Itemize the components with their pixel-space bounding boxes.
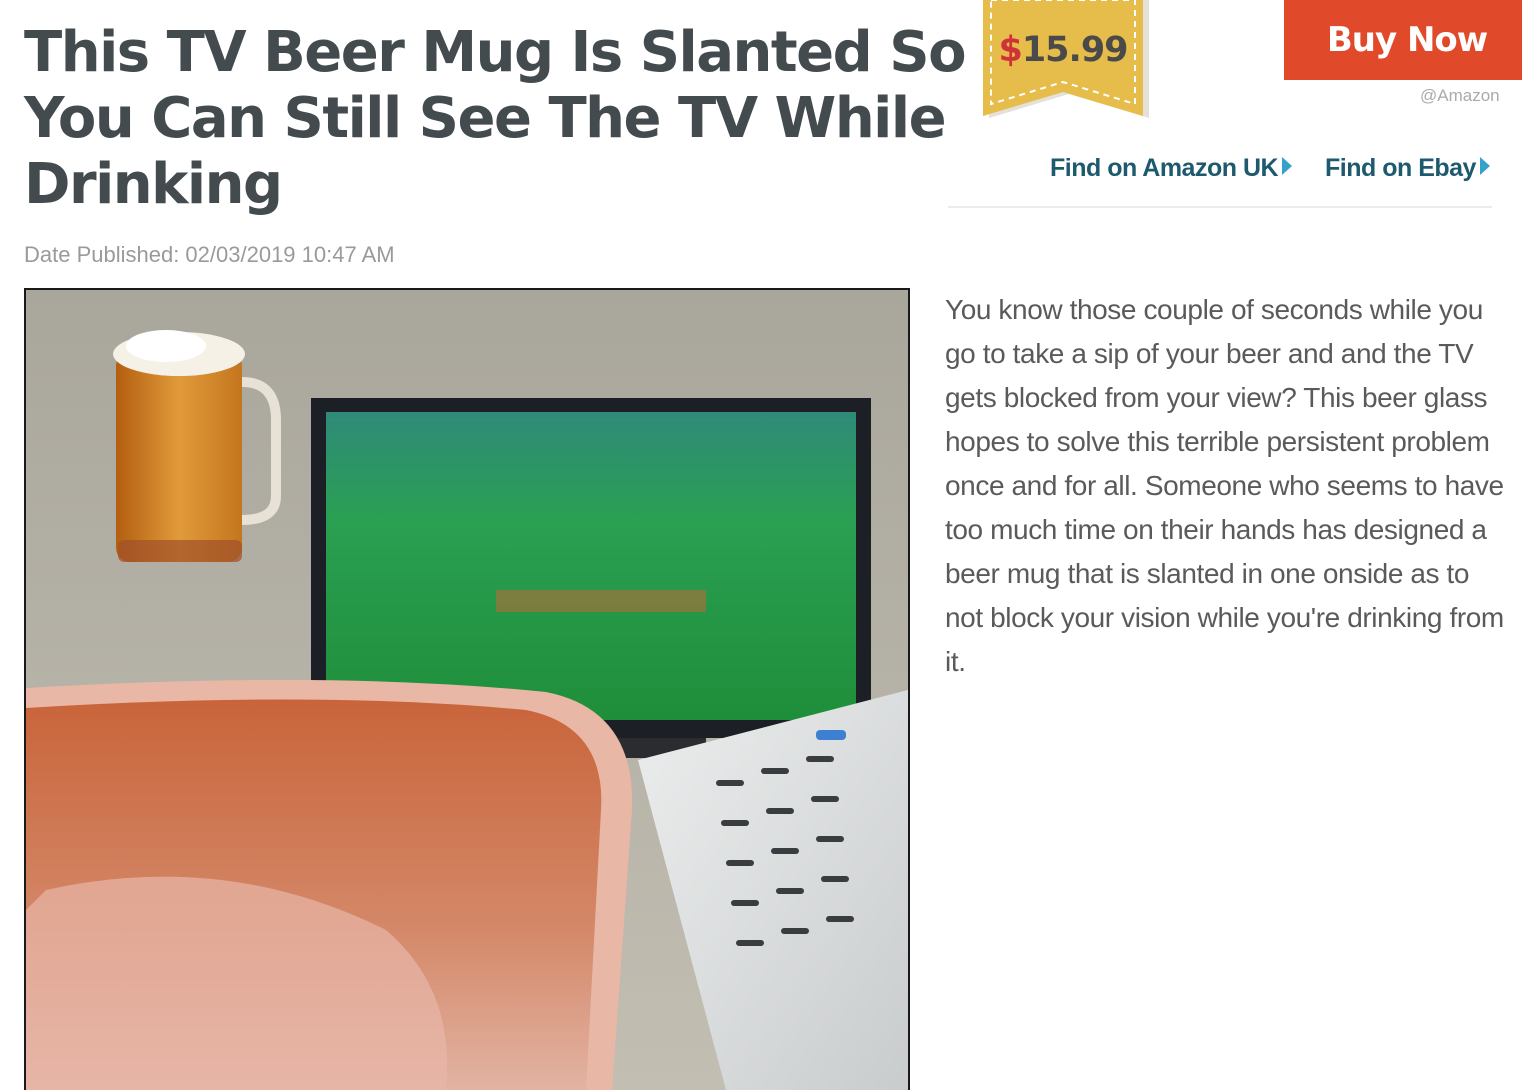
date-published: Date Published: 02/03/2019 10:47 AM <box>24 242 395 267</box>
find-on-amazon-uk-link[interactable]: Find on Amazon UK <box>1050 154 1293 183</box>
seller-label: @Amazon <box>1420 86 1500 105</box>
price-label: $15.99 <box>983 30 1143 70</box>
triangle-right-icon <box>1282 157 1293 175</box>
product-photo <box>24 288 910 1090</box>
triangle-right-icon <box>1479 157 1490 175</box>
find-on-ebay-label: Find on Ebay <box>1325 154 1476 182</box>
article-description: You know those couple of seconds while y… <box>945 294 1504 677</box>
buy-now-button[interactable]: Buy Now <box>1284 0 1522 80</box>
find-on-ebay-link[interactable]: Find on Ebay <box>1325 154 1490 183</box>
product-photo-illustration <box>26 290 908 1090</box>
find-on-amazon-uk-label: Find on Amazon UK <box>1050 154 1279 182</box>
price-amount: 15.99 <box>1021 30 1129 70</box>
price-tag: $15.99 <box>983 0 1149 122</box>
article-title: This TV Beer Mug Is Slanted So You Can S… <box>24 20 967 217</box>
currency-symbol: $ <box>998 30 1022 70</box>
divider <box>948 206 1492 208</box>
